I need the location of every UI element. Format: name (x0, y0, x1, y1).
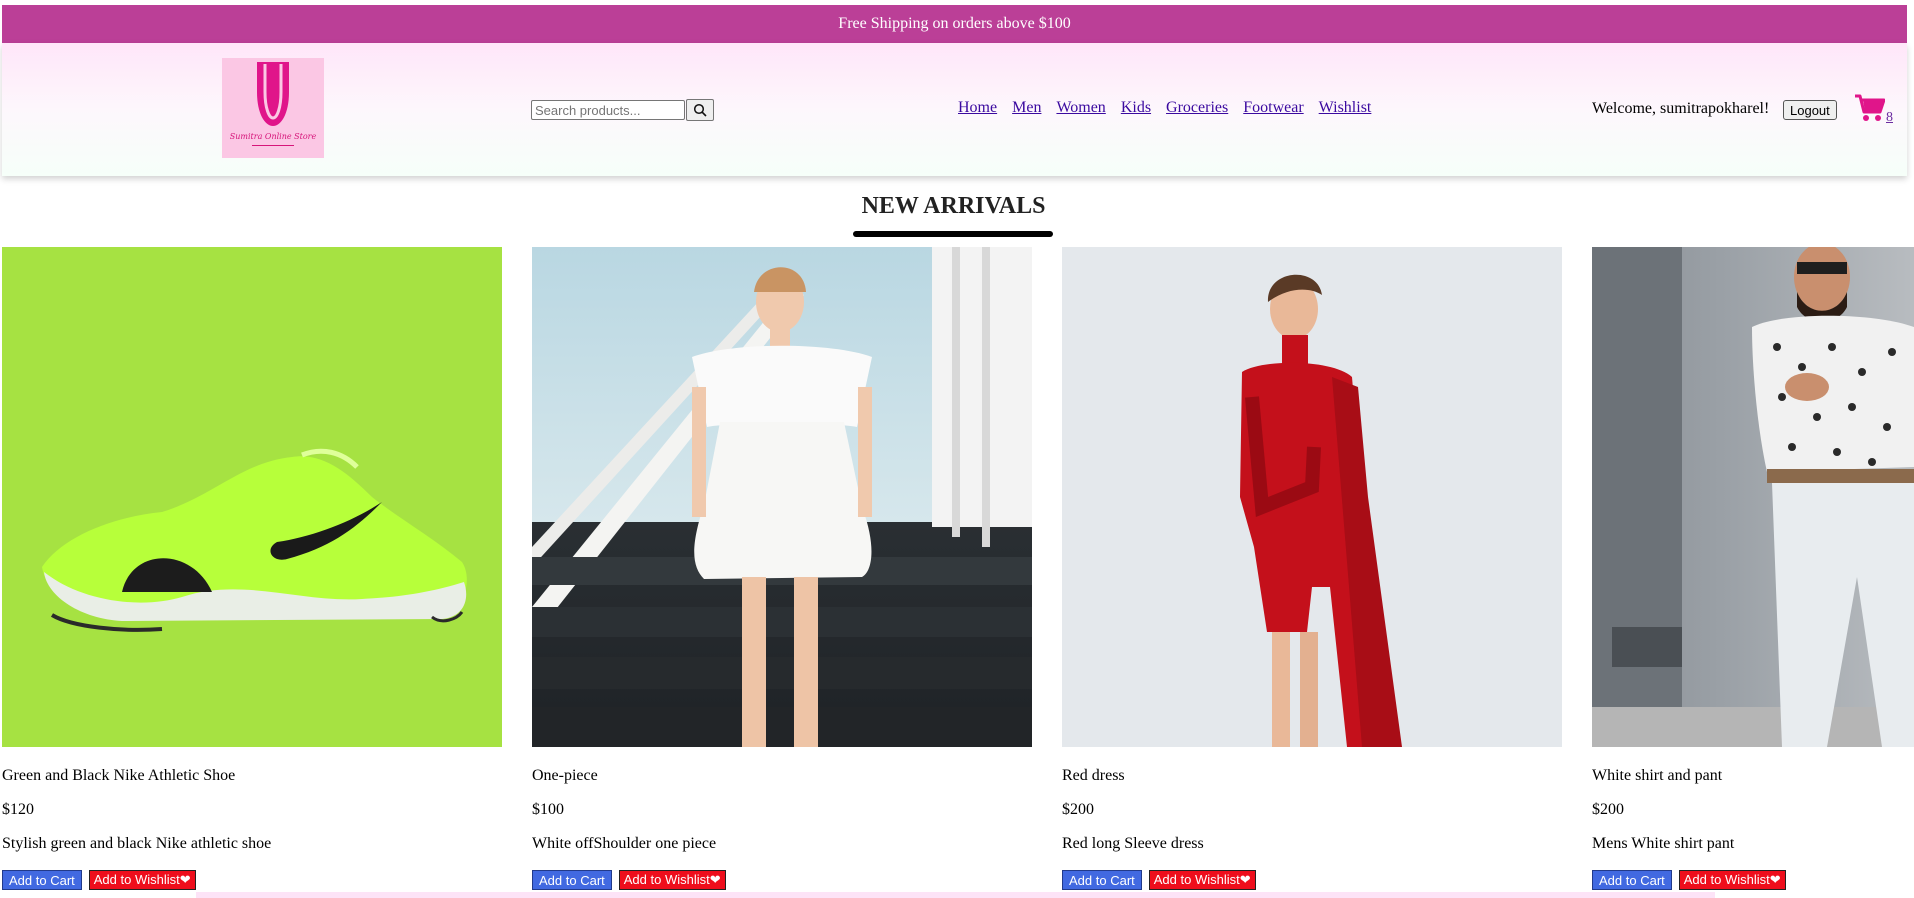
section-title: NEW ARRIVALS (861, 193, 1046, 219)
site-header: Sumitra Online Store Home Men Women Kids… (2, 43, 1907, 176)
store-logo[interactable]: Sumitra Online Store (222, 58, 324, 158)
search-icon (693, 103, 707, 117)
search-bar (531, 99, 714, 121)
add-to-wishlist-button[interactable]: Add to Wishlist❤ (1148, 870, 1256, 890)
product-card: Green and Black Nike Athletic Shoe $120 … (2, 247, 502, 890)
search-input[interactable] (531, 100, 685, 120)
product-actions: Add to Cart Add to Wishlist❤ (1592, 870, 1786, 890)
product-actions: Add to Cart Add to Wishlist❤ (2, 870, 196, 890)
product-image-red-dress[interactable] (1062, 247, 1562, 747)
product-actions: Add to Cart Add to Wishlist❤ (532, 870, 726, 890)
nav-kids[interactable]: Kids (1121, 99, 1151, 117)
shoe-illustration (42, 448, 467, 632)
product-description: Stylish green and black Nike athletic sh… (2, 835, 272, 852)
nav-wishlist[interactable]: Wishlist (1319, 99, 1372, 117)
one-piece-illustration (532, 247, 1032, 747)
product-price: $200 (1592, 801, 1624, 818)
product-card: Red dress $200 Red long Sleeve dress Add… (1062, 247, 1562, 890)
logo-tagline-line (252, 145, 294, 146)
promo-banner: Free Shipping on orders above $100 (2, 5, 1907, 43)
shopping-cart-icon (1855, 94, 1885, 121)
product-card: White shirt and pant $200 Mens White shi… (1592, 247, 1914, 890)
product-card: One-piece $100 White offShoulder one pie… (532, 247, 1032, 890)
welcome-message: Welcome, sumitrapokharel! (1592, 100, 1770, 117)
product-price: $100 (532, 801, 564, 818)
product-name: Green and Black Nike Athletic Shoe (2, 767, 236, 784)
cart-count-badge[interactable]: 8 (1886, 110, 1893, 126)
search-button[interactable] (686, 99, 714, 121)
product-image-one-piece[interactable] (532, 247, 1032, 747)
red-dress-illustration (1240, 274, 1402, 747)
product-name: White shirt and pant (1592, 767, 1723, 784)
add-to-wishlist-button[interactable]: Add to Wishlist❤ (1678, 870, 1786, 890)
logo-script-text: Sumitra Online Store (229, 132, 317, 141)
product-price: $120 (2, 801, 34, 818)
cart-link[interactable]: 8 (1855, 94, 1893, 125)
nav-footwear[interactable]: Footwear (1243, 99, 1303, 117)
nav-women[interactable]: Women (1056, 99, 1105, 117)
nav-men[interactable]: Men (1012, 99, 1041, 117)
nav-home[interactable]: Home (958, 99, 997, 117)
nail-logo-icon (257, 62, 289, 126)
product-image-shoe[interactable] (2, 247, 502, 747)
add-to-cart-button[interactable]: Add to Cart (1062, 870, 1142, 890)
product-name: Red dress (1062, 767, 1125, 784)
nav-groceries[interactable]: Groceries (1166, 99, 1228, 117)
product-actions: Add to Cart Add to Wishlist❤ (1062, 870, 1256, 890)
add-to-cart-button[interactable]: Add to Cart (2, 870, 82, 890)
footer-edge (196, 892, 1715, 898)
product-image-white-shirt[interactable] (1592, 247, 1914, 747)
product-description: Mens White shirt pant (1592, 835, 1735, 852)
add-to-cart-button[interactable]: Add to Cart (532, 870, 612, 890)
product-price: $200 (1062, 801, 1094, 818)
main-nav: Home Men Women Kids Groceries Footwear W… (958, 99, 1371, 117)
product-description: Red long Sleeve dress (1062, 835, 1204, 852)
add-to-wishlist-button[interactable]: Add to Wishlist❤ (618, 870, 726, 890)
title-underline (853, 231, 1053, 237)
add-to-cart-button[interactable]: Add to Cart (1592, 870, 1672, 890)
promo-text: Free Shipping on orders above $100 (838, 15, 1071, 32)
logout-button[interactable]: Logout (1783, 100, 1837, 120)
white-shirt-illustration (1592, 247, 1914, 747)
product-name: One-piece (532, 767, 598, 784)
add-to-wishlist-button[interactable]: Add to Wishlist❤ (88, 870, 196, 890)
product-description: White offShoulder one piece (532, 835, 717, 852)
